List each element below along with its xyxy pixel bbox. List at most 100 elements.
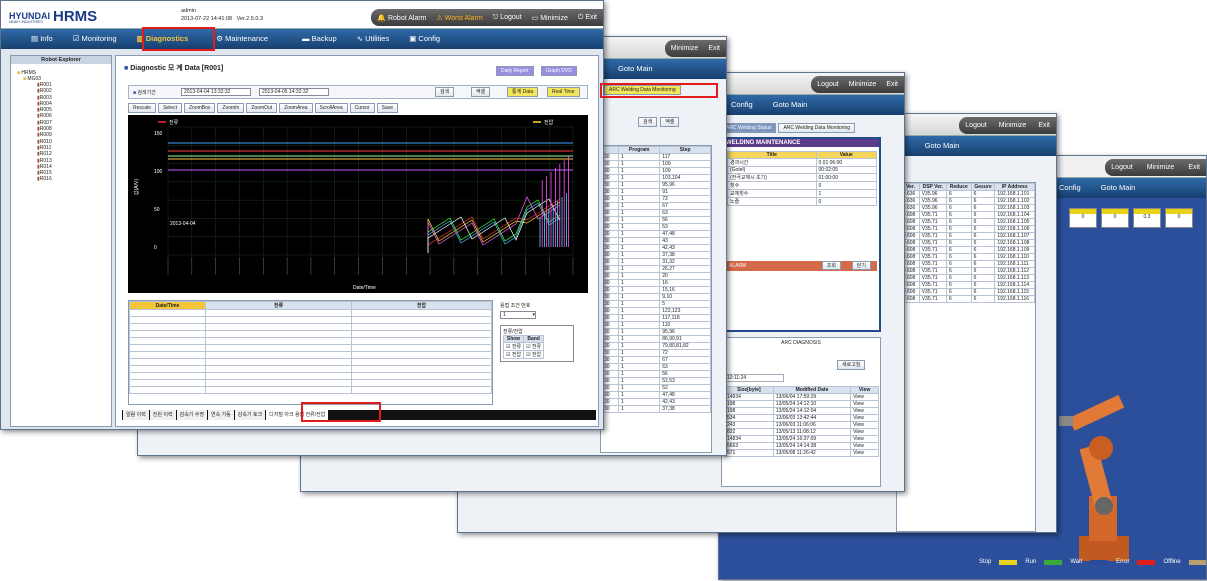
table-cell: 1 [618,384,661,392]
minimize-button[interactable]: Minimize [671,45,699,52]
graph-dvd-button[interactable]: Graph DVD [541,66,577,76]
exit-button[interactable]: Exit [1038,122,1050,129]
col-step: Step [659,146,711,154]
table-row: 30 1 56 [600,370,711,378]
table-row: 09.608 V35.71 6 6 192.168.1.104 [897,211,1035,219]
toolbar-button[interactable]: ZoomArea [279,103,313,113]
toolbar-button[interactable]: Cursor [349,103,375,113]
show-voltage-checkbox[interactable]: ☑ 전압 [502,350,525,359]
table-cell [129,323,206,331]
bottom-tab[interactable]: 연속 가동 [207,410,234,420]
robot-alarm-button[interactable]: 🔔 Robot Alarm [377,14,426,22]
table-cell: 30 [600,251,620,259]
view-button[interactable]: View [850,393,879,401]
table-row [129,372,492,380]
view-button[interactable]: View [850,407,879,415]
view-button[interactable]: View [850,449,879,457]
tab-info[interactable]: ▤ Info [21,31,63,47]
table-cell: 6 [945,274,972,282]
table-cell: 534 [724,414,774,422]
alarm-close-button[interactable]: 닫기 [851,261,871,270]
minimize-button[interactable]: Minimize [1147,164,1175,171]
table-row: 30 1 37,38 [600,405,711,413]
toolbar-button[interactable]: Save [376,103,399,113]
bottom-tab[interactable]: 감속기 토크 [234,410,266,420]
exit-button[interactable]: Exit [708,45,720,52]
goto-main-button[interactable]: Goto Main [763,97,818,113]
exit-button[interactable]: Exit [886,81,898,88]
bottom-tab[interactable]: 알람 이력 [123,410,149,420]
logout-button[interactable]: Logout [965,122,986,129]
table-cell: 30 [600,286,620,294]
table-row: 30 1 63 [600,209,711,217]
worst-alarm-button[interactable]: ⚠ Worst Alarm [437,14,483,22]
goto-main-button[interactable]: Goto Main [915,138,970,154]
bottom-tab[interactable]: 감속기 수명 [176,410,207,420]
bottom-tab[interactable]: 전원 이력 [149,410,176,420]
tab-config[interactable]: ▣ Config [399,31,450,47]
real-time-button[interactable]: Real Time [547,87,580,97]
show-current-checkbox[interactable]: ☑ 전류 [502,342,525,351]
minimize-button[interactable]: Minimize [849,81,877,88]
toolbar-button[interactable]: ScrollArea [314,103,348,113]
table-cell: 192.168.1.102 [994,197,1035,205]
legend-voltage: 전압 [544,119,554,126]
table-cell: V35.71 [918,239,947,247]
minimize-button[interactable]: ▭ Minimize [532,14,568,22]
robot-item[interactable]: ▮R016 [37,176,111,182]
view-button[interactable]: View [850,435,879,443]
toolbar-button[interactable]: Rescale [128,103,157,113]
excel-button[interactable]: 엑셀 [660,117,680,127]
col-voltage: 전압 [351,301,492,310]
date-to-input[interactable]: 2013-04-05 14:32:32 [259,88,329,96]
logout-button[interactable]: ⎋ Logout [493,14,522,22]
table-cell: 1 [618,265,661,273]
view-button[interactable]: View [850,442,879,450]
table-cell: 6 [970,225,996,233]
band-voltage-checkbox[interactable]: ☑ 전압 [523,350,545,359]
tab-arc-welding-data-monitoring[interactable]: ARC Welding Data Monitoring [778,123,856,133]
table-cell: 1 [618,237,661,245]
table-cell [129,351,206,359]
view-button[interactable]: View [850,414,879,422]
tab-maintenance[interactable]: ⚙ Maintenance [206,31,278,47]
refresh-button[interactable]: 새로고침 [837,360,866,370]
goto-main-button[interactable]: Goto Main [608,61,663,77]
goto-main-button[interactable]: Goto Main [1091,180,1146,196]
logout-button[interactable]: Logout [1111,164,1132,171]
main-topbar-buttons: 🔔 Robot Alarm ⚠ Worst Alarm ⎋ Logout ▭ M… [371,9,603,26]
exit-button[interactable]: ⏻ Exit [578,14,597,22]
band-current-checkbox[interactable]: ☑ 전류 [523,342,545,351]
toolbar-button[interactable]: ZoomIn [217,103,245,113]
table-cell: 14834 [724,393,774,401]
table-cell: 56 [659,216,711,224]
toolbar-button[interactable]: ZoomBox [183,103,216,113]
excel-button[interactable]: 엑셀 [471,87,491,97]
minimize-button[interactable]: Minimize [999,122,1027,129]
view-button[interactable]: View [850,400,879,408]
table-cell: 192.168.1.113 [994,274,1035,282]
tab-utilities[interactable]: ∿ Utilities [347,31,400,47]
tab-backup[interactable]: ▬ Backup [292,31,347,47]
stats-data-button[interactable]: 통계 Data [507,87,539,97]
search-button[interactable]: 검색 [638,117,658,127]
table-row: 30 1 72 [600,349,711,357]
logout-button[interactable]: Logout [817,81,838,88]
robot-explorer: Robot Explorer ■ HRMS ■ MG03 ▮R001 ▮R002 ▮… [10,55,112,427]
view-button[interactable]: View [850,428,879,436]
alarm-search-button[interactable]: 조회 [821,261,841,270]
view-button[interactable]: View [850,421,879,429]
tab-monitoring[interactable]: ☑ Monitoring [63,31,127,47]
weld-condition-select[interactable]: 1 ▾ [500,311,536,319]
table-cell: 1 [618,272,661,280]
table-cell: V35.71 [918,281,947,289]
tab-config[interactable]: Config [721,97,763,113]
toolbar-button[interactable]: ZoomOut [246,103,278,113]
search-button[interactable]: 검색 [435,87,455,97]
table-row: 09.608 V35.71 6 6 192.168.1.112 [897,267,1035,275]
daily-report-button[interactable]: Daily Report [496,66,534,76]
toolbar-button[interactable]: Select [158,103,182,113]
date-from-input[interactable]: 2013-04-04 13:32:32 [181,88,251,96]
exit-button[interactable]: Exit [1188,164,1200,171]
tab-arc-welding-status[interactable]: ARC Welding Status [721,123,777,133]
